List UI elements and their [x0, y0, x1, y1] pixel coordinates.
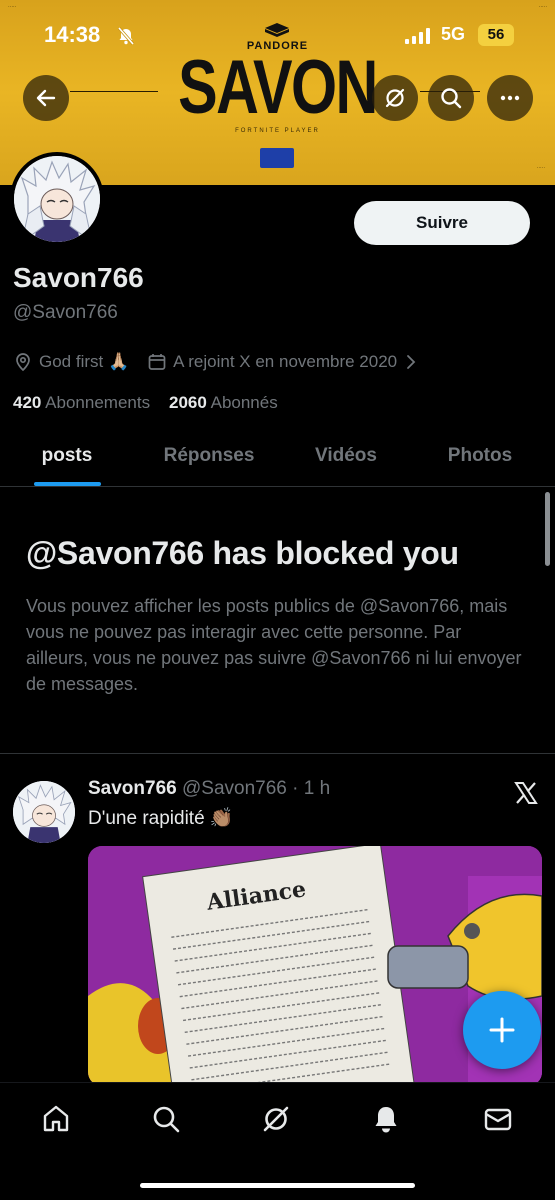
divider	[0, 753, 555, 754]
brand-logo-icon	[265, 23, 289, 37]
followers-link[interactable]: 2060 Abonnés	[169, 393, 278, 412]
post-author-handle[interactable]: @Savon766	[182, 778, 287, 799]
home-indicator	[140, 1183, 415, 1188]
profile-display-name: Savon766	[13, 262, 144, 293]
calendar-icon	[148, 354, 166, 370]
followers-label: Abonnés	[210, 393, 278, 412]
home-icon	[43, 1105, 69, 1132]
follow-button[interactable]: Suivre	[354, 201, 530, 245]
nav-notifications[interactable]	[368, 1101, 404, 1137]
profile-avatar[interactable]	[10, 152, 104, 246]
back-arrow-icon	[36, 89, 56, 107]
tab-posts[interactable]: posts	[20, 432, 114, 487]
search-icon	[441, 88, 462, 109]
profile-joined[interactable]: A rejoint X en novembre 2020	[173, 352, 397, 372]
post-text: D'une rapidité 👏🏽	[88, 808, 234, 829]
messages-icon	[484, 1108, 512, 1131]
banner-corner-text-right: ·····	[538, 4, 547, 10]
nav-home[interactable]	[38, 1101, 74, 1137]
tab-photos[interactable]: Photos	[426, 432, 534, 487]
scrollbar[interactable]	[545, 492, 550, 566]
profile-stats: 420 Abonnements 2060 Abonnés	[13, 393, 278, 413]
chevron-right-icon[interactable]	[403, 354, 419, 370]
tab-replies[interactable]: Réponses	[148, 432, 270, 487]
search-icon	[153, 1106, 180, 1133]
profile-handle: @Savon766	[13, 302, 118, 323]
tab-videos[interactable]: Vidéos	[292, 432, 400, 487]
profile-meta: God first 🙏🏼 A rejoint X en novembre 202…	[13, 350, 419, 374]
followers-count: 2060	[168, 393, 207, 412]
following-label: Abonnements	[45, 393, 151, 412]
plus-icon	[489, 1017, 515, 1043]
search-button[interactable]	[428, 75, 474, 121]
sponsor-logo	[260, 148, 294, 168]
signal-icon	[405, 28, 430, 44]
nav-search[interactable]	[148, 1101, 184, 1137]
bell-off-icon	[117, 26, 135, 46]
x-logo-icon	[514, 782, 538, 804]
banner-line-left	[70, 91, 158, 92]
tab-active-indicator	[34, 482, 101, 486]
nav-grok[interactable]	[258, 1101, 294, 1137]
post-avatar[interactable]	[13, 781, 75, 843]
post-avatar-image	[13, 781, 75, 843]
battery-indicator: 56	[478, 24, 514, 46]
more-icon	[500, 95, 520, 101]
post-author-name[interactable]: Savon766	[88, 778, 177, 799]
back-button[interactable]	[23, 75, 69, 121]
notifications-icon	[375, 1107, 397, 1133]
status-time: 14:38	[44, 22, 101, 47]
blocked-message: Vous pouvez afficher les posts publics d…	[26, 596, 522, 694]
grok-button[interactable]	[372, 75, 418, 121]
avatar-image	[14, 156, 100, 242]
profile-tabs: posts Réponses Vidéos Photos	[0, 432, 555, 487]
profile-location: God first 🙏🏼	[39, 352, 130, 371]
post-header: Savon766 @Savon766 · 1 h	[88, 778, 330, 800]
following-count: 420	[13, 393, 42, 412]
compose-button[interactable]	[463, 991, 541, 1069]
more-button[interactable]	[487, 75, 533, 121]
banner-corner-text-bottom: ·····	[536, 165, 545, 171]
blocked-title: @Savon766 has blocked you	[26, 535, 459, 571]
banner-corner-text: ·····	[8, 4, 17, 10]
grok-icon	[385, 88, 405, 108]
location-icon	[16, 353, 30, 372]
nav-messages[interactable]	[480, 1101, 516, 1137]
following-link[interactable]: 420 Abonnements	[13, 393, 150, 412]
grok-icon	[263, 1106, 289, 1132]
network-type: 5G	[441, 24, 466, 44]
post-time: · 1 h	[292, 778, 331, 799]
banner-subtitle: FORTNITE PLAYER	[235, 128, 320, 134]
